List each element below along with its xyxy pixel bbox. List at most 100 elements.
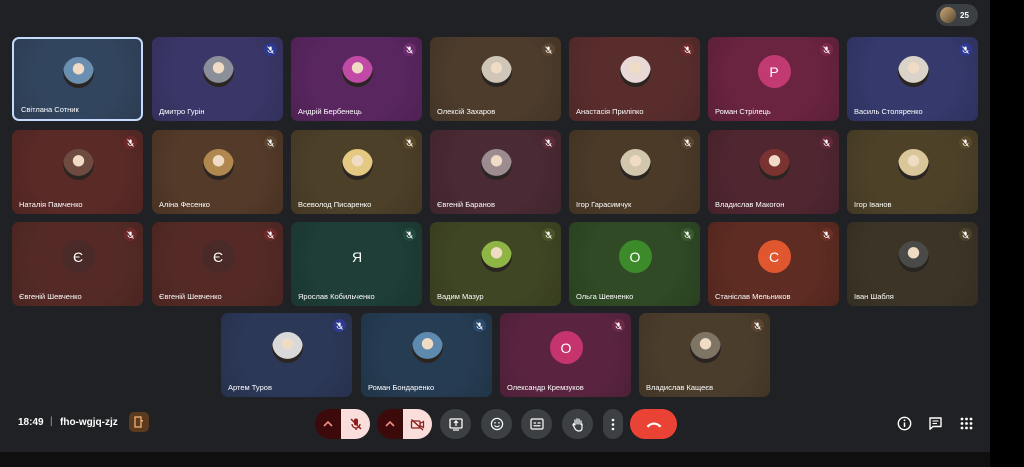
participant-tile[interactable]: Анастасія Приліпко — [569, 37, 700, 121]
participant-photo-avatar — [271, 332, 303, 364]
participant-photo-avatar — [897, 241, 929, 273]
participant-name: Владислав Кащеєв — [646, 383, 714, 392]
participant-name: Олександр Кремзуков — [507, 383, 584, 392]
participant-tile[interactable]: Євгеній Баранов — [430, 130, 561, 214]
participant-tile[interactable]: Ігор Гарасимчук — [569, 130, 700, 214]
participant-initial-avatar: Є — [201, 240, 235, 274]
captions-icon — [529, 418, 544, 430]
participant-tile[interactable]: Наталія Памченко — [12, 130, 143, 214]
mic-muted-icon — [403, 43, 416, 56]
participants-count: 25 — [960, 10, 969, 20]
present-button[interactable] — [440, 409, 471, 439]
participant-photo-avatar — [619, 149, 651, 181]
mic-muted-icon — [333, 319, 346, 332]
mic-muted-icon — [612, 319, 625, 332]
participant-photo-avatar — [62, 56, 94, 88]
participant-tile[interactable]: Владислав Кащеєв — [639, 313, 770, 397]
mic-muted-icon — [542, 136, 555, 149]
participant-avatar-stack — [940, 7, 956, 23]
mic-muted-icon — [403, 228, 416, 241]
leave-call-button[interactable] — [630, 409, 677, 439]
participant-name: Артем Туров — [228, 383, 272, 392]
reactions-button[interactable] — [481, 409, 512, 439]
participant-photo-avatar — [202, 149, 234, 181]
participant-tile[interactable]: Вадим Мазур — [430, 222, 561, 306]
participant-initial-avatar: С — [757, 240, 791, 274]
hand-icon — [571, 417, 583, 432]
present-screen-icon — [448, 417, 463, 431]
participant-photo-avatar — [202, 56, 234, 88]
participant-name: Ігор Гарасимчук — [576, 200, 632, 209]
participant-tile[interactable]: О Олександр Кремзуков — [500, 313, 631, 397]
participant-photo-avatar — [411, 332, 443, 364]
participant-photo-avatar — [62, 149, 94, 181]
separator: | — [50, 416, 53, 427]
host-controls-icon[interactable] — [129, 412, 149, 432]
mic-muted-icon — [959, 43, 972, 56]
more-options-button[interactable] — [603, 409, 623, 439]
participant-photo-avatar — [480, 241, 512, 273]
mic-muted-icon — [751, 319, 764, 332]
mic-muted-icon — [473, 319, 486, 332]
camera-options-chevron-icon[interactable] — [377, 409, 403, 439]
participant-tile[interactable]: Світлана Сотник — [12, 37, 143, 121]
participant-name: Ольга Шевченко — [576, 292, 634, 301]
participant-tile[interactable]: Ігор Іванов — [847, 130, 978, 214]
participant-photo-avatar — [689, 332, 721, 364]
mic-muted-icon — [124, 228, 137, 241]
right-edge — [990, 0, 1024, 467]
camera-off-icon[interactable] — [403, 409, 432, 439]
participant-tile[interactable]: О Ольга Шевченко — [569, 222, 700, 306]
participant-tile[interactable]: Іван Шабля — [847, 222, 978, 306]
participant-tile[interactable]: Дмитро Гурін — [152, 37, 283, 121]
mic-muted-icon — [681, 228, 694, 241]
participant-name: Роман Стрілець — [715, 107, 771, 116]
mic-control[interactable] — [315, 409, 370, 439]
participant-tile[interactable]: С Станіслав Мельников — [708, 222, 839, 306]
participant-initial-avatar: Я — [340, 240, 374, 274]
participant-tile[interactable]: Андрій Бербенець — [291, 37, 422, 121]
camera-control[interactable] — [377, 409, 432, 439]
participant-name: Дмитро Гурін — [159, 107, 205, 116]
participant-tile[interactable]: Р Роман Стрілець — [708, 37, 839, 121]
participant-photo-avatar — [758, 149, 790, 181]
mic-muted-icon — [542, 43, 555, 56]
bottom-strip — [0, 452, 990, 467]
mic-off-icon[interactable] — [341, 409, 370, 439]
meet-stage: 25 Світлана Сотник Дмитро Гурін Андрій Бер… — [0, 0, 990, 467]
participant-name: Євгеній Баранов — [437, 200, 495, 209]
participant-tile[interactable]: Аліна Фесенко — [152, 130, 283, 214]
meeting-details-button[interactable] — [894, 413, 914, 433]
participant-tile[interactable]: Я Ярослав Кобильченко — [291, 222, 422, 306]
participant-tile[interactable]: Є Євгеній Шевченко — [152, 222, 283, 306]
mic-muted-icon — [264, 228, 277, 241]
participant-tile[interactable]: Владислав Макогон — [708, 130, 839, 214]
captions-button[interactable] — [521, 409, 552, 439]
meeting-time: 18:49 — [18, 417, 44, 428]
mic-muted-icon — [820, 136, 833, 149]
participant-tile[interactable]: Роман Бондаренко — [361, 313, 492, 397]
bottom-bar: 18:49 | fho-wgjq-zjz — [0, 405, 990, 445]
participant-tile[interactable]: Всеволод Писаренко — [291, 130, 422, 214]
participant-photo-avatar — [341, 56, 373, 88]
info-icon — [897, 416, 911, 430]
mic-muted-icon — [681, 136, 694, 149]
raise-hand-button[interactable] — [562, 409, 593, 439]
participant-tile[interactable]: Олексій Захаров — [430, 37, 561, 121]
participant-tile[interactable]: Є Євгеній Шевченко — [12, 222, 143, 306]
mic-muted-icon — [403, 136, 416, 149]
chat-icon — [928, 416, 942, 430]
participants-chip[interactable]: 25 — [936, 4, 978, 26]
emoji-icon — [490, 417, 503, 431]
participant-photo-avatar — [897, 149, 929, 181]
participant-name: Станіслав Мельников — [715, 292, 791, 301]
participant-name: Ігор Іванов — [854, 200, 892, 209]
mic-options-chevron-icon[interactable] — [315, 409, 341, 439]
participant-tile[interactable]: Василь Столяренко — [847, 37, 978, 121]
chat-button[interactable] — [925, 413, 945, 433]
participant-name: Вадим Мазур — [437, 292, 484, 301]
participant-initial-avatar: Р — [757, 55, 791, 89]
mic-muted-icon — [820, 228, 833, 241]
activities-button[interactable] — [956, 413, 976, 433]
participant-tile[interactable]: Артем Туров — [221, 313, 352, 397]
